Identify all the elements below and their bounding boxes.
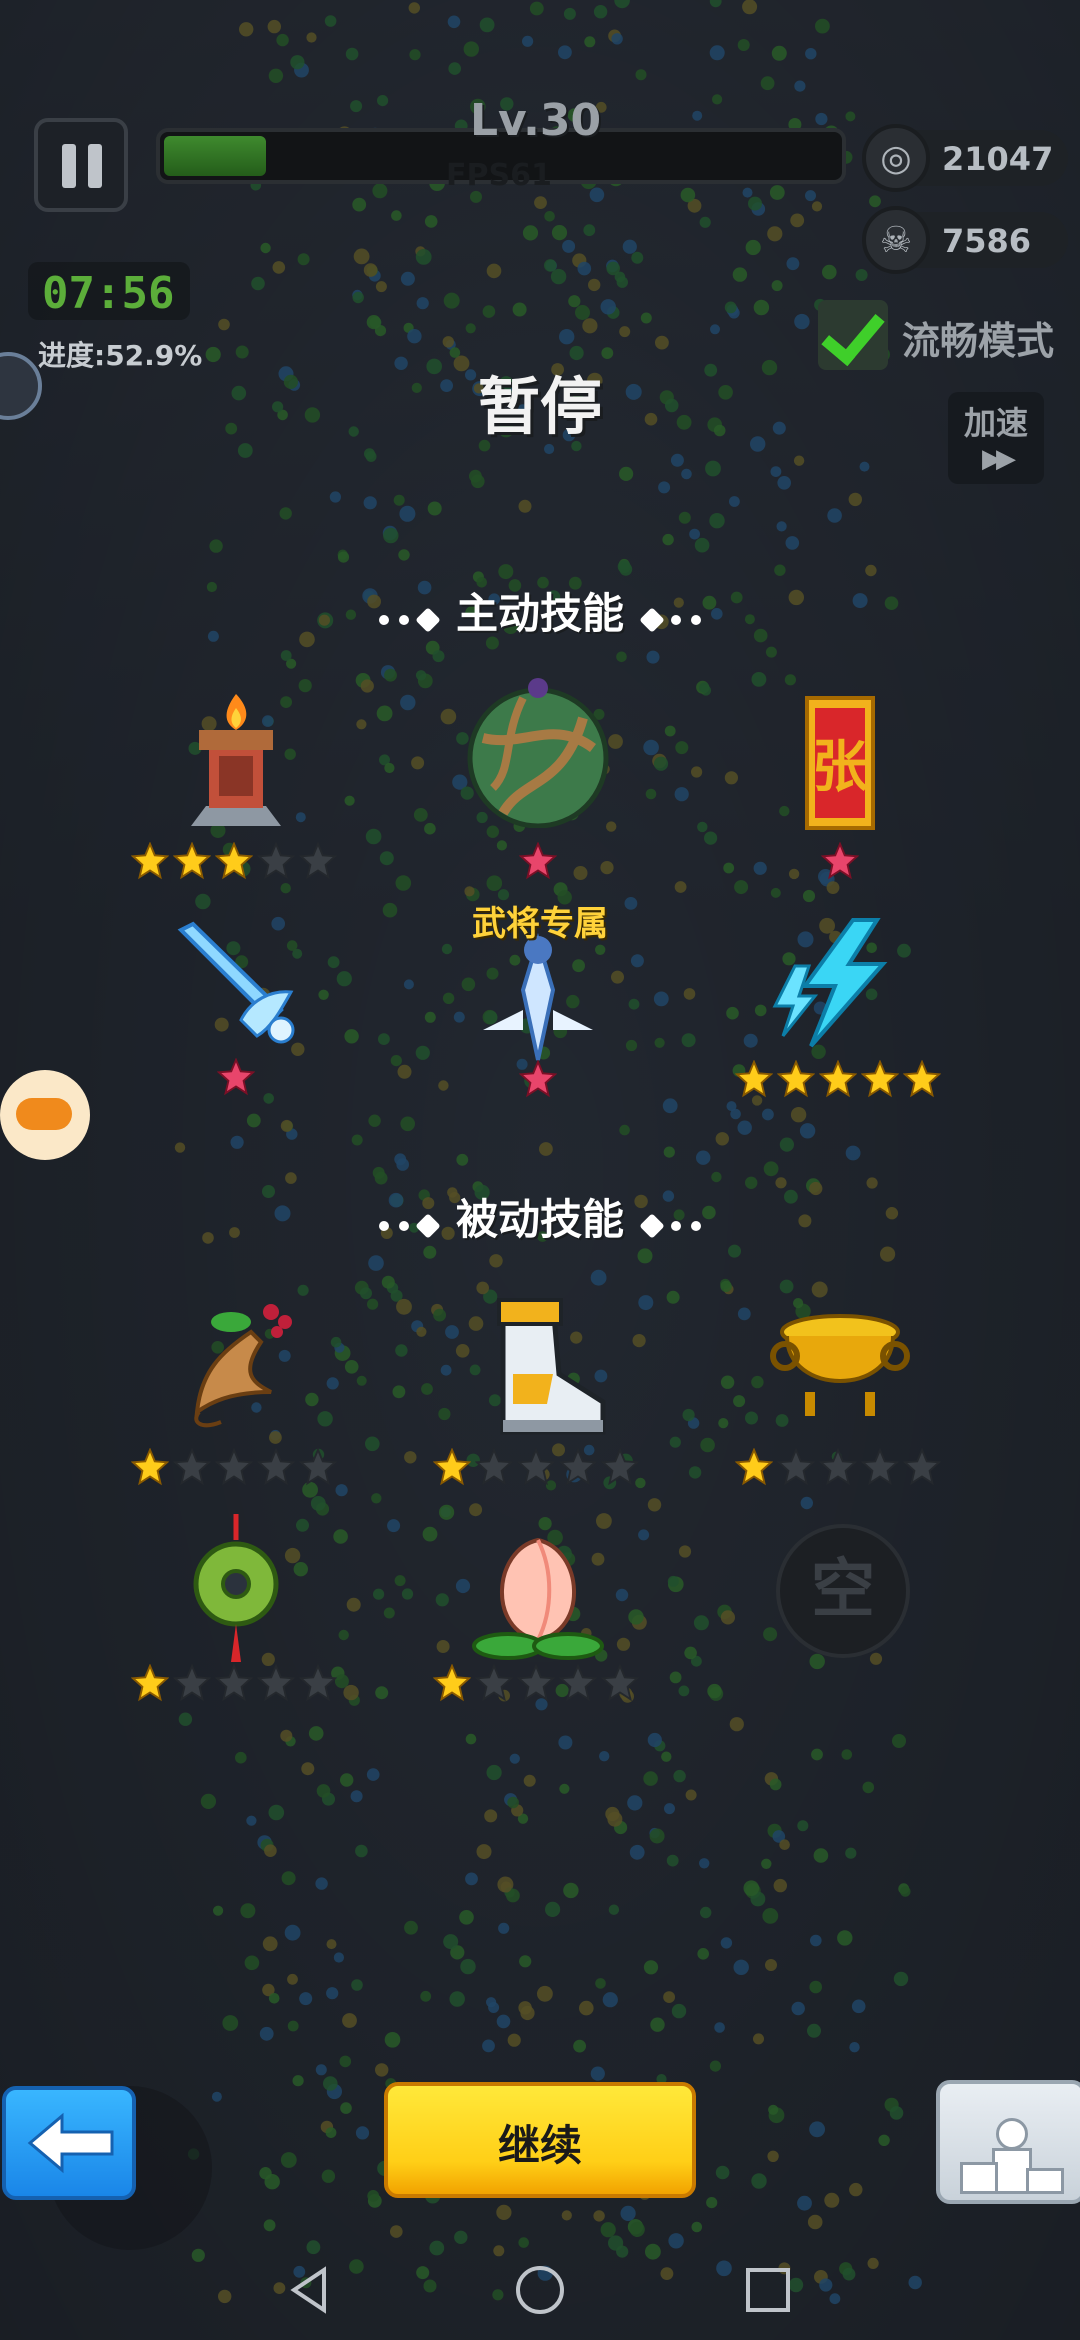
skill-star-rating <box>217 1058 255 1096</box>
gamepad-icon <box>16 1098 72 1130</box>
kill-value: 7586 <box>942 222 1032 260</box>
skill-fire-tower[interactable] <box>126 686 346 866</box>
fast-forward-icon: ▶▶ <box>982 444 1016 474</box>
star-empty-icon <box>601 1448 639 1486</box>
coin-counter: ◎ 21047 <box>862 124 1068 192</box>
star-empty-icon <box>215 1448 253 1486</box>
fps-label: FPS61 <box>446 158 552 193</box>
system-nav-bar <box>0 2240 1080 2340</box>
ranking-button[interactable] <box>936 2080 1080 2204</box>
star-empty-icon <box>559 1664 597 1702</box>
star-filled-icon <box>433 1448 471 1486</box>
skill-star-rating <box>519 842 557 880</box>
star-filled-icon <box>819 1060 857 1098</box>
star-empty-icon <box>173 1448 211 1486</box>
star-empty-icon <box>819 1448 857 1486</box>
active-skills-header: 主动技能 <box>0 580 1080 641</box>
star-filled-icon <box>131 1448 169 1486</box>
star-filled-icon <box>777 1060 815 1098</box>
arrow-left-icon <box>27 2112 114 2174</box>
podium-icon <box>996 2118 1028 2150</box>
skill-star-rating <box>519 1060 557 1098</box>
star-filled-icon <box>215 842 253 880</box>
star-empty-icon <box>777 1448 815 1486</box>
fire-tower-icon <box>191 694 281 826</box>
skill-star-rating <box>433 1664 639 1702</box>
star-filled-icon <box>735 1448 773 1486</box>
back-button[interactable] <box>2 2086 136 2200</box>
pause-button[interactable] <box>34 118 128 212</box>
skill-star-rating <box>131 842 337 880</box>
star-filled-icon <box>903 1060 941 1098</box>
star-empty-icon <box>517 1448 555 1486</box>
skull-icon: ☠ <box>862 206 930 274</box>
empty-skill-slot: 空 <box>776 1524 910 1658</box>
level-label: Lv.30 <box>470 95 602 146</box>
star-filled-icon <box>433 1664 471 1702</box>
star-empty-icon <box>173 1664 211 1702</box>
star-empty-icon <box>257 1664 295 1702</box>
star-filled-icon <box>131 1664 169 1702</box>
skill-star-rating <box>131 1664 337 1702</box>
star-empty-icon <box>215 1664 253 1702</box>
star-empty-icon <box>601 1664 639 1702</box>
red-gem-icon <box>217 1058 255 1096</box>
general-exclusive-label: 武将专属 <box>472 904 608 944</box>
star-filled-icon <box>131 842 169 880</box>
nav-back-icon[interactable] <box>284 2262 340 2318</box>
jade-pendant-icon <box>193 1514 279 1662</box>
svg-text:张: 张 <box>812 734 868 800</box>
red-gem-icon <box>519 842 557 880</box>
skill-boots[interactable] <box>428 1294 648 1474</box>
star-empty-icon <box>903 1448 941 1486</box>
coin-value: 21047 <box>942 140 1054 178</box>
continue-button[interactable]: 继续 <box>384 2082 696 2198</box>
skill-green-orb[interactable] <box>428 678 648 858</box>
nav-recents-icon[interactable] <box>740 2262 796 2318</box>
skill-ginseng[interactable] <box>126 1292 346 1472</box>
coin-icon: ◎ <box>862 124 930 192</box>
star-empty-icon <box>257 842 295 880</box>
page-title: 暂停 <box>477 370 602 443</box>
nav-home-icon[interactable] <box>512 2262 568 2318</box>
zhang-seal-icon: 张 <box>805 696 875 830</box>
skill-golden-cauldron[interactable] <box>730 1292 950 1472</box>
skill-star-rating <box>735 1448 941 1486</box>
skill-star-rating <box>735 1060 941 1098</box>
star-empty-icon <box>475 1448 513 1486</box>
star-empty-icon <box>299 1664 337 1702</box>
star-empty-icon <box>517 1664 555 1702</box>
green-orb-icon <box>467 678 609 828</box>
red-gem-icon <box>821 842 859 880</box>
skill-star-rating <box>433 1448 639 1486</box>
star-filled-icon <box>735 1060 773 1098</box>
skill-star-rating <box>131 1448 337 1486</box>
continue-label: 继续 <box>497 2121 582 2170</box>
star-filled-icon <box>861 1060 899 1098</box>
ginseng-icon <box>194 1304 292 1428</box>
star-empty-icon <box>299 842 337 880</box>
cauldron-icon <box>770 1314 910 1416</box>
kill-counter: ☠ 7586 <box>862 206 1068 274</box>
passive-skills-header: 被动技能 <box>0 1186 1080 1247</box>
star-empty-icon <box>299 1448 337 1486</box>
star-empty-icon <box>559 1448 597 1486</box>
skill-star-rating <box>821 842 859 880</box>
boots-icon <box>497 1298 606 1435</box>
peach-icon <box>472 1537 604 1660</box>
game-timer: 07:56 <box>28 262 190 320</box>
gamepad-float-button[interactable] <box>0 1070 90 1160</box>
star-empty-icon <box>861 1448 899 1486</box>
star-filled-icon <box>173 842 211 880</box>
star-empty-icon <box>475 1664 513 1702</box>
red-gem-icon <box>519 1060 557 1098</box>
level-progress-fill <box>164 136 267 176</box>
star-empty-icon <box>257 1448 295 1486</box>
